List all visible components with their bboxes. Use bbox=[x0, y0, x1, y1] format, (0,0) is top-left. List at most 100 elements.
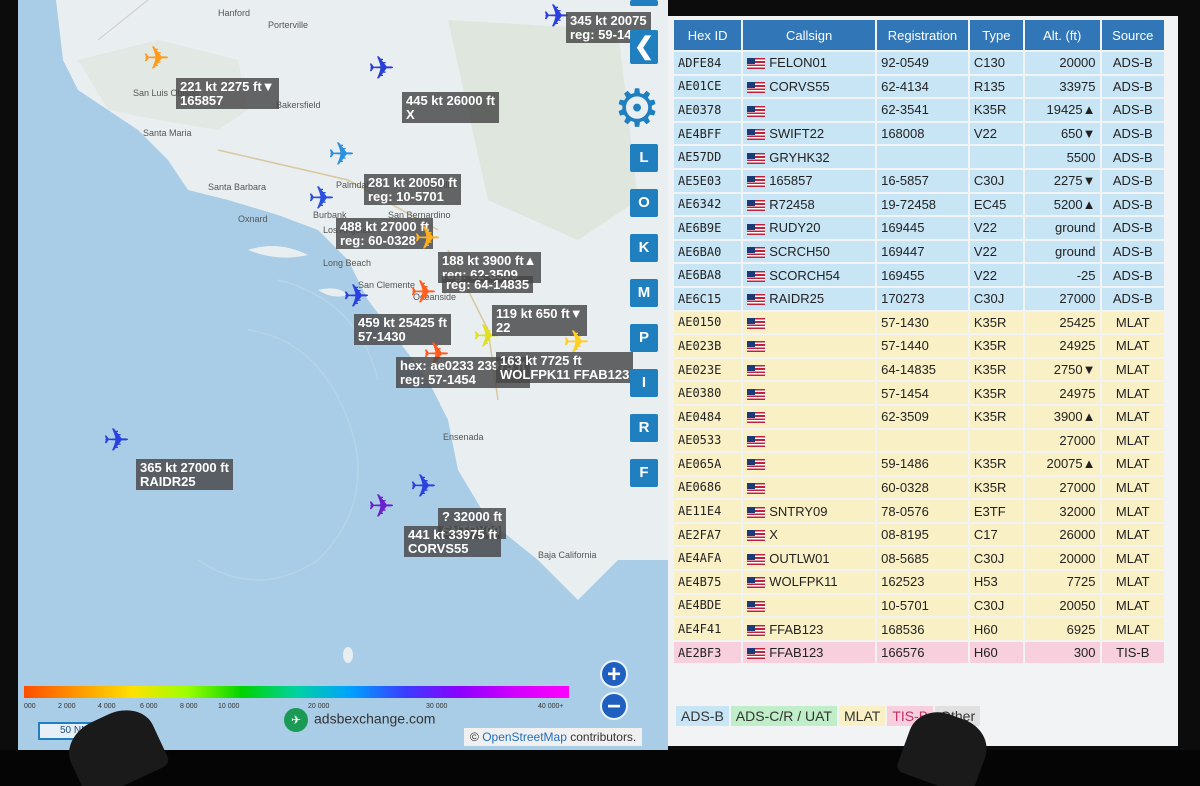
toggle-button-m[interactable]: M bbox=[630, 279, 658, 307]
us-flag-icon bbox=[747, 58, 766, 70]
toggle-button-l[interactable]: L bbox=[630, 144, 658, 172]
hex-id-cell: AE6B9E bbox=[674, 217, 742, 239]
toggle-button-k[interactable]: K bbox=[630, 234, 658, 262]
table-row[interactable]: AE4BDE 10-5701 C30J 20050 MLAT bbox=[674, 594, 1164, 617]
us-flag-icon bbox=[747, 247, 766, 259]
table-row[interactable]: ADFE84 FELON01 92-0549 C130 20000 ADS-B bbox=[674, 52, 1164, 74]
table-row[interactable]: AE023E 64-14835 K35R 2750▼ MLAT bbox=[674, 358, 1164, 381]
aircraft-marker-icon[interactable]: ✈ bbox=[143, 42, 170, 74]
table-row[interactable]: AE0533 27000 MLAT bbox=[674, 429, 1164, 452]
registration-cell: 64-14835 bbox=[877, 358, 968, 381]
table-row[interactable]: AE0686 60-0328 K35R 27000 MLAT bbox=[674, 476, 1164, 499]
toggle-button-i[interactable]: I bbox=[630, 369, 658, 397]
column-header-registration[interactable]: Registration bbox=[877, 20, 968, 50]
aircraft-marker-icon[interactable]: ✈ bbox=[410, 470, 437, 502]
source-cell: ADS-B bbox=[1101, 122, 1164, 145]
collapse-panel-button[interactable]: ❮ bbox=[630, 30, 658, 64]
legend-item-ads-b: ADS-B bbox=[676, 706, 729, 726]
aircraft-marker-icon[interactable]: ✈ bbox=[368, 52, 395, 84]
altitude-cell: 5500 bbox=[1024, 146, 1100, 168]
callsign-text: RAIDR25 bbox=[769, 291, 825, 307]
table-row[interactable]: AE6BA8 SCORCH54 169455 V22 -25 ADS-B bbox=[674, 264, 1164, 286]
table-row[interactable]: AE6BA0 SCRCH50 169447 V22 ground ADS-B bbox=[674, 240, 1164, 263]
altitude-cell: 27000 bbox=[1024, 287, 1100, 310]
source-cell: ADS-B bbox=[1101, 217, 1164, 239]
toggle-button-f[interactable]: F bbox=[630, 459, 658, 487]
callsign-cell bbox=[743, 405, 876, 428]
table-row[interactable]: AE4AFA OUTLW01 08-5685 C30J 20000 MLAT bbox=[674, 547, 1164, 570]
aircraft-marker-icon[interactable]: ✈ bbox=[328, 138, 355, 170]
registration-cell: 169455 bbox=[877, 264, 968, 286]
place-label: Oxnard bbox=[238, 214, 268, 224]
callsign-text: WOLFPK11 bbox=[769, 574, 838, 590]
column-header-alt-ft[interactable]: Alt. (ft) bbox=[1024, 20, 1100, 50]
table-row[interactable]: AE11E4 SNTRY09 78-0576 E3TF 32000 MLAT bbox=[674, 500, 1164, 522]
legend-item-mlat: MLAT bbox=[839, 706, 886, 726]
callsign-text: 165857 bbox=[769, 173, 813, 189]
aircraft-marker-icon[interactable]: ✈ bbox=[410, 276, 437, 308]
altitude-cell: 20075▲ bbox=[1024, 453, 1100, 475]
type-cell: R135 bbox=[969, 75, 1023, 98]
source-cell: ADS-B bbox=[1101, 146, 1164, 168]
table-row[interactable]: AE01CE CORVS55 62-4134 R135 33975 ADS-B bbox=[674, 75, 1164, 98]
table-row[interactable]: AE4BFF SWIFT22 168008 V22 650▼ ADS-B bbox=[674, 122, 1164, 145]
altitude-cell: 32000 bbox=[1024, 500, 1100, 522]
table-row[interactable]: AE023B 57-1440 K35R 24925 MLAT bbox=[674, 335, 1164, 357]
type-cell: C30J bbox=[969, 287, 1023, 310]
aircraft-label[interactable]: reg: 64-14835 bbox=[442, 276, 534, 293]
registration-cell: 59-1486 bbox=[877, 453, 968, 475]
table-row[interactable]: AE0150 57-1430 K35R 25425 MLAT bbox=[674, 311, 1164, 334]
registration-cell: 57-1454 bbox=[877, 382, 968, 404]
us-flag-icon bbox=[747, 577, 766, 589]
aircraft-label[interactable]: 441 kt 33975 ft CORVS55 bbox=[404, 526, 501, 557]
aircraft-label[interactable]: 221 kt 2275 ft▼ 165857 bbox=[176, 78, 279, 109]
toggle-button-o[interactable]: O bbox=[630, 189, 658, 217]
hex-id-cell: AE6342 bbox=[674, 193, 742, 216]
toggle-button-p[interactable]: P bbox=[630, 324, 658, 352]
column-header-callsign[interactable]: Callsign bbox=[743, 20, 876, 50]
table-row[interactable]: AE0378 62-3541 K35R 19425▲ ADS-B bbox=[674, 99, 1164, 121]
table-row[interactable]: AE0380 57-1454 K35R 24975 MLAT bbox=[674, 382, 1164, 404]
table-row[interactable]: AE2FA7 X 08-8195 C17 26000 MLAT bbox=[674, 523, 1164, 546]
aircraft-label[interactable]: 445 kt 26000 ft X bbox=[402, 92, 499, 123]
toggle-button-r[interactable]: R bbox=[630, 414, 658, 442]
column-header-type[interactable]: Type bbox=[969, 20, 1023, 50]
table-row[interactable]: AE6C15 RAIDR25 170273 C30J 27000 ADS-B bbox=[674, 287, 1164, 310]
us-flag-icon bbox=[747, 129, 766, 141]
altitude-tick-label: 6 000 bbox=[140, 703, 158, 710]
map-view[interactable]: Hanford Porterville San Luis Obispo Bakersf… bbox=[18, 0, 668, 750]
aircraft-label[interactable]: 365 kt 27000 ft RAIDR25 bbox=[136, 459, 233, 490]
column-header-source[interactable]: Source bbox=[1101, 20, 1164, 50]
column-header-hex-id[interactable]: Hex ID bbox=[674, 20, 742, 50]
osm-link[interactable]: OpenStreetMap bbox=[482, 730, 567, 744]
aircraft-marker-icon[interactable]: ✈ bbox=[308, 182, 335, 214]
table-row[interactable]: AE4B75 WOLFPK11 162523 H53 7725 MLAT bbox=[674, 571, 1164, 593]
altitude-cell: 300 bbox=[1024, 641, 1100, 664]
settings-gear-icon[interactable]: ⚙ bbox=[612, 83, 662, 135]
table-row[interactable]: AE4F41 FFAB123 168536 H60 6925 MLAT bbox=[674, 618, 1164, 640]
aircraft-label[interactable]: 163 kt 7725 ft WOLFPK11 FFAB123 bbox=[496, 352, 634, 383]
place-label: Hanford bbox=[218, 8, 251, 18]
source-cell: MLAT bbox=[1101, 618, 1164, 640]
us-flag-icon bbox=[747, 435, 766, 447]
table-row[interactable]: AE065A 59-1486 K35R 20075▲ MLAT bbox=[674, 453, 1164, 475]
aircraft-marker-icon[interactable]: ✈ bbox=[103, 424, 130, 456]
table-row[interactable]: AE0484 62-3509 K35R 3900▲ MLAT bbox=[674, 405, 1164, 428]
registration-cell: 57-1430 bbox=[877, 311, 968, 334]
aircraft-marker-icon[interactable]: ✈ bbox=[414, 222, 441, 254]
aircraft-label[interactable]: 281 kt 20050 ft reg: 10-5701 bbox=[364, 174, 461, 205]
table-row[interactable]: AE6342 R72458 19-72458 EC45 5200▲ ADS-B bbox=[674, 193, 1164, 216]
map-attribution: © OpenStreetMap contributors. bbox=[464, 728, 643, 746]
source-cell: MLAT bbox=[1101, 594, 1164, 617]
source-cell: ADS-B bbox=[1101, 52, 1164, 74]
aircraft-marker-icon[interactable]: ✈ bbox=[343, 280, 370, 312]
table-row[interactable]: AE57DD GRYHK32 5500 ADS-B bbox=[674, 146, 1164, 168]
table-row[interactable]: AE2BF3 FFAB123 166576 H60 300 TIS-B bbox=[674, 641, 1164, 664]
table-row[interactable]: AE5E03 165857 16-5857 C30J 2275▼ ADS-B bbox=[674, 169, 1164, 192]
zoom-in-button[interactable]: + bbox=[600, 660, 628, 688]
zoom-out-button[interactable]: − bbox=[600, 692, 628, 720]
callsign-text: RUDY20 bbox=[769, 220, 821, 236]
top-toolbar-button[interactable] bbox=[630, 0, 658, 6]
aircraft-marker-icon[interactable]: ✈ bbox=[368, 490, 395, 522]
table-row[interactable]: AE6B9E RUDY20 169445 V22 ground ADS-B bbox=[674, 217, 1164, 239]
